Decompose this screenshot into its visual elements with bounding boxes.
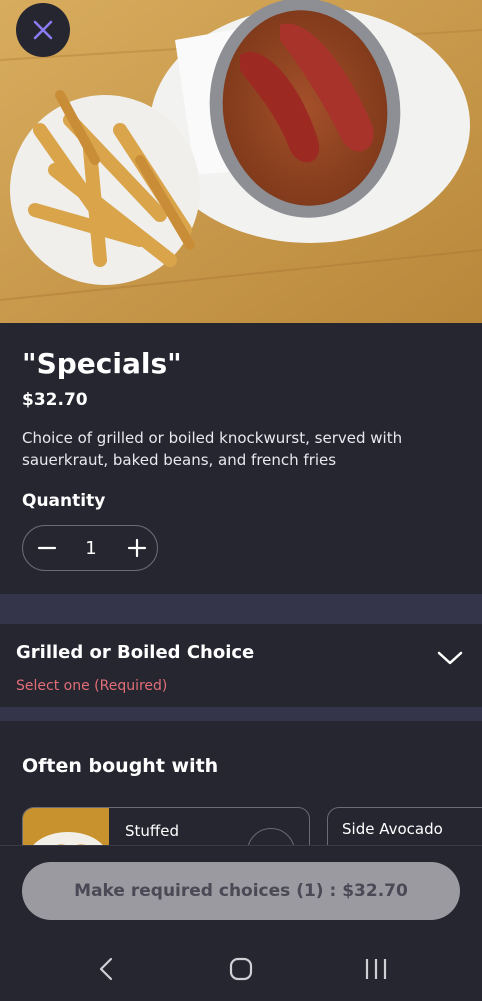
close-button[interactable] <box>16 3 70 57</box>
choice-group-grilled-or-boiled[interactable]: Grilled or Boiled Choice Select one (Req… <box>0 624 482 707</box>
section-divider <box>0 594 482 624</box>
back-icon[interactable] <box>92 956 122 982</box>
item-photo <box>0 0 482 323</box>
product-name: Stuffed <box>125 822 179 840</box>
item-price: $32.70 <box>22 390 88 410</box>
minus-icon[interactable] <box>35 536 59 560</box>
quantity-stepper: 1 <box>22 525 158 571</box>
choice-group-requirement: Select one (Required) <box>16 678 168 694</box>
close-icon <box>33 20 53 40</box>
food-photo-illustration <box>0 0 482 323</box>
item-description: Choice of grilled or boiled knockwurst, … <box>22 429 403 469</box>
quantity-value: 1 <box>85 538 97 559</box>
recents-icon[interactable] <box>361 956 391 982</box>
checkout-bar: Make required choices (1) : $32.70 <box>0 845 482 1001</box>
make-required-choices-button[interactable]: Make required choices (1) : $32.70 <box>22 862 460 920</box>
often-bought-heading: Often bought with <box>22 755 219 777</box>
choice-group-title: Grilled or Boiled Choice <box>16 642 255 663</box>
item-title: "Specials" <box>22 347 182 380</box>
home-icon[interactable] <box>226 956 256 982</box>
quantity-label: Quantity <box>22 491 106 511</box>
system-navigation-bar <box>0 946 482 992</box>
chevron-down-icon[interactable] <box>436 648 464 668</box>
section-divider <box>0 707 482 721</box>
plus-icon[interactable] <box>125 536 149 560</box>
product-name: Side Avocado <box>342 820 443 838</box>
